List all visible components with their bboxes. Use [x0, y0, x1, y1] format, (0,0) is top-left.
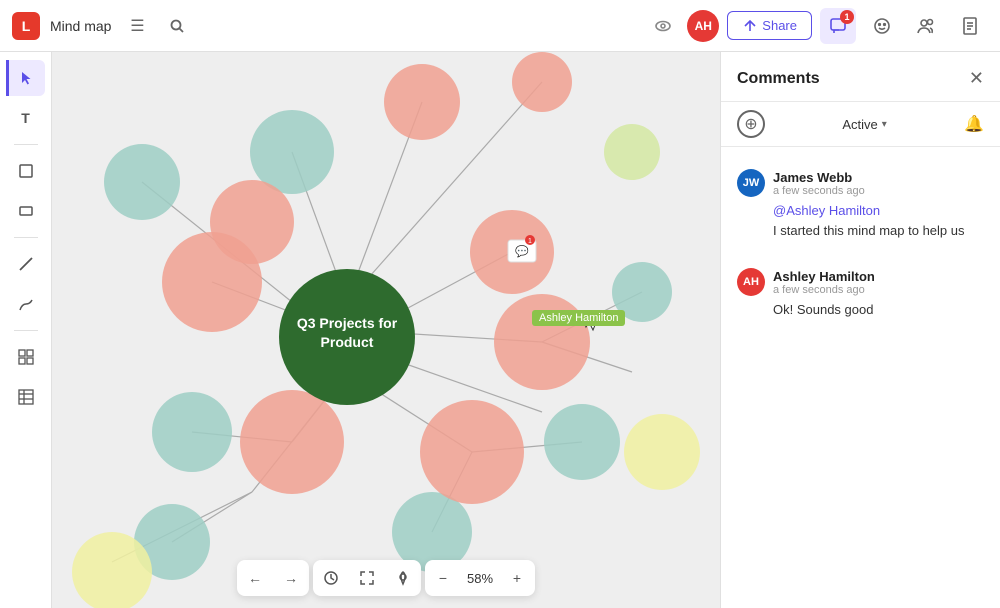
zoom-level: 58%	[461, 571, 499, 586]
undo-button[interactable]: ←	[237, 560, 273, 596]
tool-separator-1	[14, 144, 38, 145]
add-comment-button[interactable]: ⊕	[737, 110, 765, 138]
people-button[interactable]	[908, 8, 944, 44]
left-toolbar: T	[0, 52, 52, 608]
nav-buttons: ← →	[237, 560, 309, 596]
svg-text:1: 1	[528, 238, 532, 245]
filter-dropdown[interactable]: Active ▾	[842, 117, 886, 132]
comment-author-name: James Webb	[773, 170, 865, 185]
user-avatar-ah[interactable]: AH	[687, 10, 719, 42]
grid-tool[interactable]	[8, 339, 44, 375]
header: L Mind map ☰ AH Share 1	[0, 0, 1000, 52]
header-right: AH Share 1	[647, 8, 988, 44]
comment-author-row: JW James Webb a few seconds ago	[737, 169, 984, 197]
view-buttons	[313, 560, 421, 596]
tool-separator-2	[14, 237, 38, 238]
comment-text: Ok! Sounds good	[773, 300, 984, 320]
bottom-toolbar: ← → − 58% +	[52, 560, 720, 596]
comments-toolbar: ⊕ Active ▾ 🔔	[721, 102, 1000, 147]
app-logo: L	[12, 12, 40, 40]
notifications-button[interactable]: 🔔	[964, 114, 984, 134]
comments-button[interactable]: 1	[820, 8, 856, 44]
hamburger-menu-button[interactable]: ☰	[121, 10, 153, 42]
share-button[interactable]: Share	[727, 11, 812, 40]
comment-text: @Ashley Hamilton I started this mind map…	[773, 201, 984, 240]
comment-body: I started this mind map to help us	[773, 223, 964, 238]
svg-text:💬: 💬	[515, 245, 529, 258]
document-button[interactable]	[952, 8, 988, 44]
comment-mention: @Ashley Hamilton	[773, 203, 880, 218]
line-tool[interactable]	[8, 246, 44, 282]
zoom-controls: − 58% +	[425, 560, 535, 596]
comment-badge: 1	[840, 10, 854, 24]
svg-text:Q3 Projects for: Q3 Projects for	[297, 315, 398, 331]
search-button[interactable]	[161, 10, 193, 42]
zoom-out-button[interactable]: −	[425, 560, 461, 596]
svg-text:Product: Product	[321, 334, 374, 350]
comment-body: Ok! Sounds good	[773, 302, 873, 317]
zoom-in-button[interactable]: +	[499, 560, 535, 596]
comment-time: a few seconds ago	[773, 185, 865, 197]
shape-tool[interactable]	[8, 193, 44, 229]
comments-header: Comments ✕	[721, 52, 1000, 102]
pen-tool[interactable]	[8, 286, 44, 322]
canvas[interactable]: Q3 Projects for Product 💬 1 Ashley Hamil…	[52, 52, 720, 608]
filter-label: Active	[842, 117, 877, 132]
history-button[interactable]	[313, 560, 349, 596]
view-button[interactable]	[647, 10, 679, 42]
header-left: L Mind map ☰	[12, 10, 153, 42]
comment-avatar-ah: AH	[737, 268, 765, 296]
close-comments-button[interactable]: ✕	[969, 68, 984, 89]
text-tool[interactable]: T	[8, 100, 44, 136]
comments-list: JW James Webb a few seconds ago @Ashley …	[721, 147, 1000, 608]
frame-tool[interactable]	[8, 153, 44, 189]
select-tool[interactable]	[6, 60, 45, 96]
filter-arrow-icon: ▾	[882, 119, 887, 130]
comment-author-row: AH Ashley Hamilton a few seconds ago	[737, 268, 984, 296]
table-tool[interactable]	[8, 379, 44, 415]
redo-button[interactable]: →	[273, 560, 309, 596]
comment-item: AH Ashley Hamilton a few seconds ago Ok!…	[721, 258, 1000, 330]
comment-author-name: Ashley Hamilton	[773, 269, 875, 284]
tool-separator-3	[14, 330, 38, 331]
location-button[interactable]	[385, 560, 421, 596]
comment-time: a few seconds ago	[773, 284, 875, 296]
app-title: Mind map	[50, 18, 111, 34]
emoji-button[interactable]	[864, 8, 900, 44]
fullscreen-button[interactable]	[349, 560, 385, 596]
comment-item: JW James Webb a few seconds ago @Ashley …	[721, 159, 1000, 250]
comment-avatar-jw: JW	[737, 169, 765, 197]
comments-panel: Comments ✕ ⊕ Active ▾ 🔔 JW James Webb a …	[720, 52, 1000, 608]
comments-title: Comments	[737, 70, 820, 88]
